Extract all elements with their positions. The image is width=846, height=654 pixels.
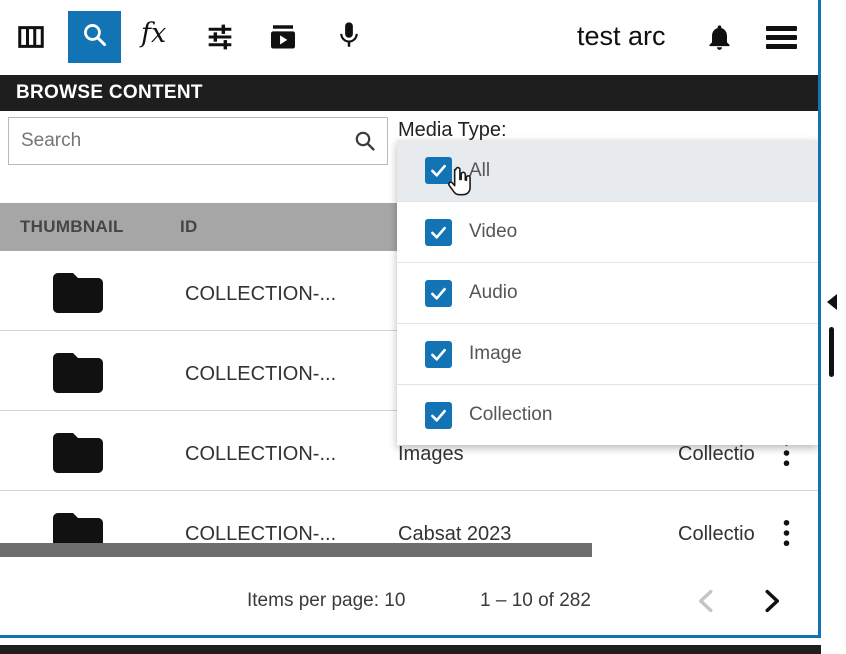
cell-type: Collectio bbox=[678, 523, 755, 546]
media-type-dropdown: All Video Audio Image bbox=[397, 140, 818, 445]
kebab-menu-icon[interactable] bbox=[783, 519, 790, 552]
page-range-label: 1 – 10 of 282 bbox=[480, 590, 591, 612]
option-label: Audio bbox=[469, 282, 518, 304]
cell-id: COLLECTION-... bbox=[185, 443, 336, 466]
menu-icon[interactable] bbox=[766, 26, 797, 49]
checkbox-checked-icon[interactable] bbox=[425, 402, 452, 429]
columns-view-icon[interactable] bbox=[16, 22, 46, 52]
horizontal-scrollbar-thumb[interactable] bbox=[0, 543, 592, 557]
chevron-right-icon[interactable] bbox=[756, 586, 786, 621]
bottom-bar bbox=[0, 645, 821, 654]
media-type-option-image[interactable]: Image bbox=[397, 323, 818, 384]
checkbox-checked-icon[interactable] bbox=[425, 219, 452, 246]
search-icon bbox=[81, 21, 109, 54]
folder-icon bbox=[48, 263, 108, 328]
sliders-icon[interactable] bbox=[204, 21, 236, 53]
notifications-bell-icon[interactable] bbox=[705, 23, 734, 52]
paginator: Items per page: 10 1 – 10 of 282 bbox=[0, 557, 818, 635]
folder-icon bbox=[48, 423, 108, 488]
checkbox-checked-icon[interactable] bbox=[425, 341, 452, 368]
cell-title: Images bbox=[398, 443, 464, 466]
option-label: Video bbox=[469, 221, 517, 243]
media-type-label: Media Type: bbox=[398, 119, 507, 142]
media-type-option-video[interactable]: Video bbox=[397, 201, 818, 262]
chevron-left-icon[interactable] bbox=[692, 586, 722, 621]
main-panel: fx test arc bbox=[0, 0, 821, 638]
column-header-thumbnail: THUMBNAIL bbox=[20, 217, 124, 237]
option-label: All bbox=[469, 160, 490, 182]
checkbox-checked-icon[interactable] bbox=[425, 157, 452, 184]
microphone-icon[interactable] bbox=[334, 20, 364, 50]
media-type-option-collection[interactable]: Collection bbox=[397, 384, 818, 445]
search-box bbox=[8, 117, 388, 165]
cell-type: Collectio bbox=[678, 443, 755, 466]
page-title: BROWSE CONTENT bbox=[16, 82, 203, 104]
toolbar: fx test arc bbox=[0, 0, 818, 75]
folder-icon bbox=[48, 343, 108, 408]
search-input[interactable] bbox=[9, 130, 343, 152]
cell-id: COLLECTION-... bbox=[185, 363, 336, 386]
search-icon[interactable] bbox=[343, 129, 387, 153]
option-label: Image bbox=[469, 343, 522, 365]
media-type-option-audio[interactable]: Audio bbox=[397, 262, 818, 323]
checkbox-checked-icon[interactable] bbox=[425, 280, 452, 307]
account-name[interactable]: test arc bbox=[577, 21, 666, 52]
column-header-id: ID bbox=[180, 217, 198, 237]
media-type-option-all[interactable]: All bbox=[397, 140, 818, 201]
fx-icon[interactable]: fx bbox=[141, 18, 166, 49]
video-library-icon[interactable] bbox=[267, 21, 299, 53]
option-label: Collection bbox=[469, 404, 552, 426]
app: fx test arc bbox=[0, 0, 846, 654]
browse-content-header: BROWSE CONTENT bbox=[0, 75, 818, 111]
items-per-page-label: Items per page: 10 bbox=[247, 590, 405, 612]
search-tab-active[interactable] bbox=[68, 11, 121, 63]
cell-id: COLLECTION-... bbox=[185, 283, 336, 306]
vertical-scrollbar-thumb[interactable] bbox=[829, 327, 834, 377]
collapse-panel-icon[interactable] bbox=[827, 294, 837, 310]
